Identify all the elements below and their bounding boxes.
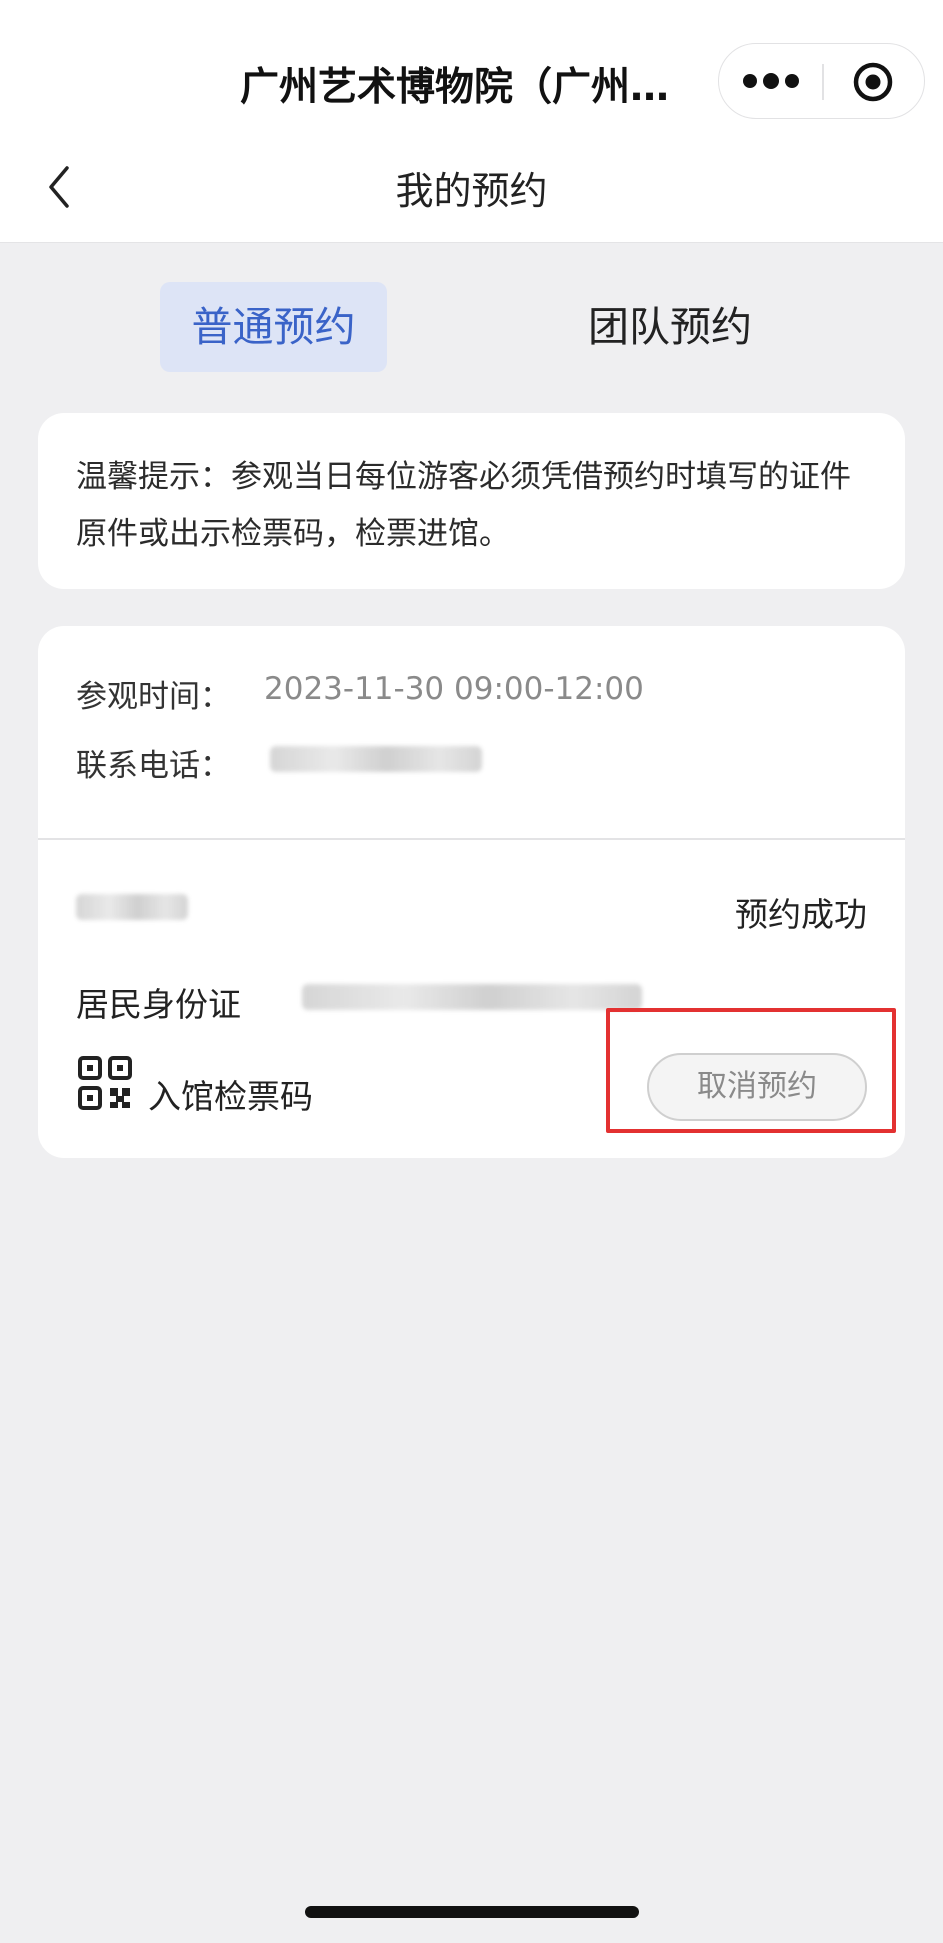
close-miniprogram-icon[interactable]	[851, 60, 895, 104]
miniprogram-capsule	[718, 43, 925, 119]
qr-code-link[interactable]: 入馆检票码	[148, 1070, 313, 1118]
navigation-bar: 广州艺术博物院（广州美… 我的预约	[0, 0, 943, 243]
phone-value-redacted	[270, 746, 482, 772]
status-badge: 预约成功	[735, 895, 867, 934]
notice-text: 温馨提示：参观当日每位游客必须凭借预约时填写的证件原件或出示检票码，检票进馆。	[76, 459, 851, 552]
more-dots-icon[interactable]	[741, 70, 801, 92]
visit-time-value: 2023-11-30 09:00-12:00	[264, 671, 644, 707]
id-number-redacted	[302, 984, 642, 1010]
qr-code-icon[interactable]	[78, 1056, 132, 1110]
visit-time-label: 参观时间：	[76, 679, 231, 715]
phone-label: 联系电话：	[76, 748, 231, 784]
app-title: 广州艺术博物院（广州美…	[240, 65, 705, 110]
tab-group-booking[interactable]: 团队预约	[555, 282, 785, 372]
visitor-name-redacted	[76, 894, 188, 920]
capsule-divider	[822, 64, 824, 100]
highlight-box	[606, 1008, 896, 1133]
card-divider	[38, 838, 905, 840]
tab-normal-booking[interactable]: 普通预约	[160, 282, 387, 372]
home-indicator	[305, 1906, 639, 1918]
notice-card: 温馨提示：参观当日每位游客必须凭借预约时填写的证件原件或出示检票码，检票进馆。	[38, 413, 905, 589]
page-title: 我的预约	[395, 169, 548, 213]
id-type-label: 居民身份证	[76, 985, 241, 1024]
